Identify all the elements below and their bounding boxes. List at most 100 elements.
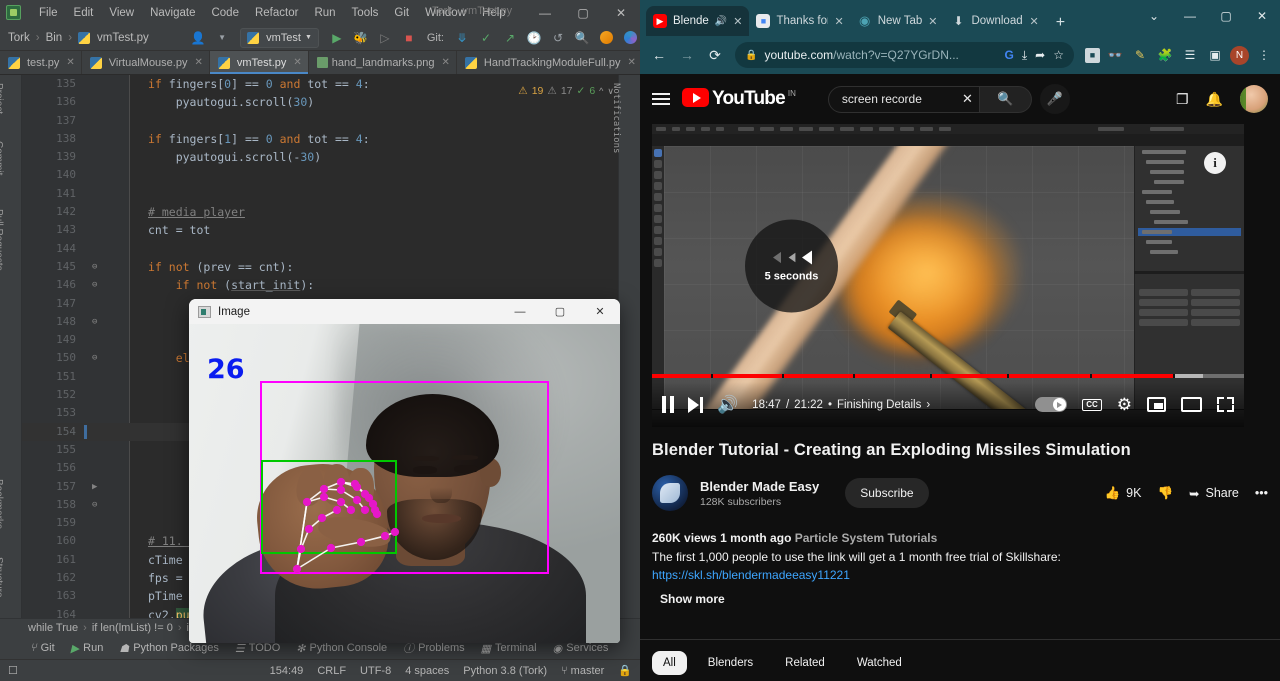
image-preview-window[interactable]: Image — ▢ ✕ 26 [189, 299, 620, 643]
status-encoding[interactable]: UTF-8 [360, 665, 391, 677]
ide-minimize-button[interactable]: — [526, 0, 564, 25]
show-more-button[interactable]: Show more [652, 590, 1268, 609]
run-coverage-icon[interactable]: ▷ [375, 28, 395, 48]
menu-file[interactable]: File [31, 4, 66, 22]
code-fold-icon[interactable]: ⊖ [92, 349, 97, 367]
ide-close-button[interactable]: ✕ [602, 0, 640, 25]
voice-search-icon[interactable]: 🎤 [1039, 84, 1070, 114]
menu-navigate[interactable]: Navigate [142, 4, 203, 22]
menu-git[interactable]: Git [386, 4, 417, 22]
browser-close-button[interactable]: ✕ [1244, 1, 1280, 31]
code-fold-icon[interactable]: ⊖ [92, 276, 97, 294]
tool-window-python-packages[interactable]: ☗ Python Packages [119, 642, 219, 655]
app-icon[interactable]: ■ [1085, 47, 1100, 63]
close-icon[interactable]: ✕ [293, 57, 301, 68]
multicolor-plugin-icon[interactable] [620, 28, 640, 48]
chapter-title[interactable]: Finishing Details [837, 399, 921, 411]
code-fold-icon[interactable]: ⊖ [92, 496, 97, 514]
code-fold-icon[interactable]: ⊖ [92, 258, 97, 276]
browser-minimize-button[interactable]: — [1172, 1, 1208, 31]
pen-icon[interactable]: ✎ [1130, 45, 1150, 65]
breadcrumb-while-true[interactable]: while True [28, 622, 78, 634]
browser-maximize-button[interactable]: ▢ [1208, 1, 1244, 31]
clear-search-icon[interactable]: ✕ [962, 91, 973, 107]
orange-plugin-icon[interactable] [596, 28, 616, 48]
more-actions-button[interactable]: ••• [1255, 486, 1268, 500]
git-push-arrow-icon[interactable]: ↗ [500, 28, 520, 48]
video-tag[interactable]: Particle System Tutorials [795, 531, 938, 545]
profile-avatar[interactable]: N [1230, 45, 1249, 65]
puzzle-extensions-icon[interactable]: 🧩 [1155, 45, 1175, 65]
menu-tools[interactable]: Tools [344, 4, 387, 22]
close-icon[interactable]: ✕ [66, 57, 74, 68]
close-icon[interactable]: ✕ [627, 57, 635, 68]
search-input[interactable]: screen recorde ✕ [827, 85, 980, 113]
ide-maximize-button[interactable]: ▢ [564, 0, 602, 25]
create-video-icon[interactable]: ❐ [1176, 91, 1189, 108]
dislike-button[interactable]: 👎 [1157, 486, 1173, 501]
tool-window-python-console[interactable]: ✻ Python Console [296, 642, 387, 655]
browser-tab-new-tab[interactable]: ◉ New Tab ✕ [851, 6, 945, 36]
lock-icon[interactable]: 🔒 [618, 664, 632, 677]
git-update-icon[interactable]: ⤋ [452, 28, 472, 48]
lock-icon[interactable]: 🔒 [745, 50, 757, 61]
theater-mode-button[interactable] [1181, 397, 1202, 412]
next-video-button[interactable] [688, 396, 703, 413]
editor-tab-handtrackingmodulefull-py[interactable]: HandTrackingModuleFull.py ✕ [457, 51, 643, 74]
account-avatar[interactable] [1240, 85, 1268, 113]
editor-tab-virtualmouse-py[interactable]: VirtualMouse.py ✕ [82, 51, 210, 74]
volume-button[interactable]: 🔊 [717, 395, 738, 415]
close-icon[interactable]: ✕ [928, 15, 937, 28]
git-commit-check-icon[interactable]: ✓ [476, 28, 496, 48]
sidebar-item-commit[interactable]: Commit [0, 137, 4, 175]
run-button-icon[interactable]: ▶ [327, 28, 347, 48]
editor-tab-vmtest-py[interactable]: vmTest.py ✕ [209, 51, 309, 74]
status-line-separator[interactable]: CRLF [317, 665, 346, 677]
close-icon[interactable]: ✕ [194, 57, 202, 68]
tool-window-services[interactable]: ◉ Services [553, 642, 609, 655]
search-everywhere-icon[interactable]: 🔍 [572, 28, 592, 48]
status-indent[interactable]: 4 spaces [405, 665, 449, 677]
youtube-logo[interactable]: YouTube IN [682, 88, 796, 110]
sidebar-item-structure[interactable]: Structure [0, 553, 4, 598]
close-icon[interactable]: ✕ [442, 57, 450, 68]
chip-blenders[interactable]: Blenders [697, 651, 764, 675]
status-left-icon[interactable]: ☐ [8, 664, 18, 677]
git-rollback-icon[interactable]: ↺ [548, 28, 568, 48]
status-branch[interactable]: ⑂ master [561, 665, 604, 677]
menu-edit[interactable]: Edit [66, 4, 102, 22]
close-icon[interactable]: ✕ [1029, 15, 1038, 28]
bookmark-star-icon[interactable]: ☆ [1053, 48, 1064, 62]
status-interpreter[interactable]: Python 3.8 (Tork) [463, 665, 547, 677]
inspection-widget[interactable]: ⚠ 19 ⚠ 17 ✓ 6 ^ ∨ [518, 85, 614, 97]
tab-search-chevron-icon[interactable]: ⌄ [1136, 1, 1172, 31]
chevron-down-icon[interactable]: ▼ [212, 28, 232, 48]
menu-view[interactable]: View [101, 4, 142, 22]
like-button[interactable]: 👍 9K [1105, 486, 1142, 501]
fullscreen-button[interactable] [1217, 397, 1234, 412]
editor-tab-hand-landmarks-png[interactable]: hand_landmarks.png ✕ [309, 51, 457, 74]
video-player[interactable]: i 5 seconds 🔊 18:47 / 21:22 • Finishing … [652, 124, 1244, 427]
audio-playing-icon[interactable]: 🔊 [715, 16, 727, 27]
git-history-clock-icon[interactable]: 🕑 [524, 28, 544, 48]
search-button[interactable]: 🔍 [979, 85, 1032, 113]
google-icon[interactable]: G [1005, 48, 1014, 62]
pause-button[interactable] [662, 396, 674, 413]
address-bar[interactable]: 🔒 youtube.com/watch?v=Q27YGrDN... G ⤓ ➦ … [735, 42, 1074, 68]
editor-tab-test-py[interactable]: test.py ✕ [0, 51, 82, 74]
sidebar-item-bookmarks[interactable]: Bookmarks [0, 475, 4, 529]
breadcrumb-file[interactable]: vmTest.py [97, 32, 149, 44]
channel-name[interactable]: Blender Made Easy [700, 479, 819, 494]
chapter-chevron-icon[interactable]: › [926, 399, 930, 411]
menu-run[interactable]: Run [306, 4, 343, 22]
back-button[interactable]: ← [646, 42, 672, 68]
menu-refactor[interactable]: Refactor [247, 4, 306, 22]
notifications-bell-icon[interactable]: 🔔 [1206, 91, 1223, 108]
user-avatar-icon[interactable]: 👤 [188, 28, 208, 48]
captions-button[interactable]: CC [1082, 398, 1102, 411]
sidebar-item-project[interactable]: Project [0, 79, 4, 114]
breadcrumb-if-len[interactable]: if len(lmList) != 0 [92, 622, 173, 634]
close-icon[interactable]: ✕ [834, 15, 843, 28]
chip-all[interactable]: All [652, 651, 687, 675]
run-configuration-selector[interactable]: vmTest ▼ [240, 27, 319, 48]
